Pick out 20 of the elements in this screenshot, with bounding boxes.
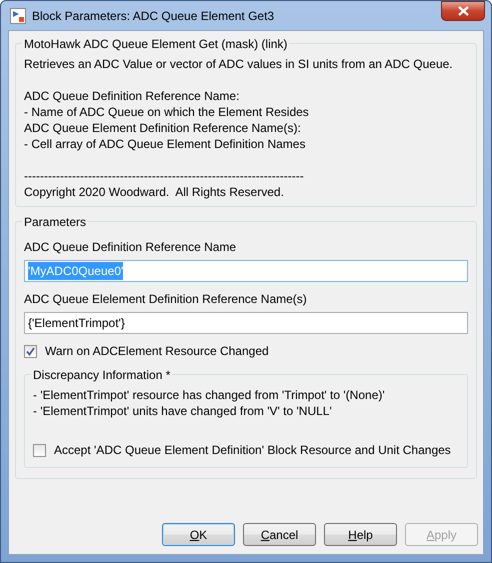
discrepancy-text: - 'ElementTrimpot' units have changed from 'V' to 'NULL' <box>33 403 333 419</box>
window-title: Block Parameters: ADC Queue Element Get3 <box>32 8 274 24</box>
checkbox-label: Accept 'ADC Queue Element Definition' Block Resource and Unit Changes <box>54 442 451 459</box>
checkbox-label: Warn on ADCElement Resource Changed <box>45 343 269 360</box>
description-text: ADC Queue Element Definition Reference Name(s): <box>24 120 302 136</box>
description-text: ---------------------------------------------------------------------- <box>24 168 305 184</box>
group-title: Discrepancy Information * <box>31 367 172 383</box>
discrepancy-text: - 'ElementTrimpot' resource has changed from 'Trimpot' to '(None)' <box>33 387 386 403</box>
field-label: ADC Queue Definition Reference Name <box>24 239 236 256</box>
group-title: MotoHawk ADC Queue Element Get (mask) (link) <box>22 36 290 52</box>
dialog-button[interactable]: Cancel <box>243 523 316 546</box>
description-text: - Name of ADC Queue on which the Element Resides <box>24 104 310 120</box>
description-text: - Cell array of ADC Queue Element Definition Names <box>24 136 306 152</box>
dialog-button[interactable]: OK <box>162 523 235 546</box>
description-text: Retrieves an ADC Value or vector of ADC values in SI units from an ADC Queue. <box>24 56 454 72</box>
description-text: ADC Queue Definition Reference Name: <box>24 88 240 104</box>
field-label: ADC Queue Elelement Definition Reference Name(s) <box>24 291 307 308</box>
description-text: Copyright 2020 Woodward. All Rights Reserved. <box>24 184 285 200</box>
dialog-button[interactable]: Help <box>324 523 397 546</box>
input-field[interactable]: {'ElementTrimpot'} <box>24 312 468 334</box>
